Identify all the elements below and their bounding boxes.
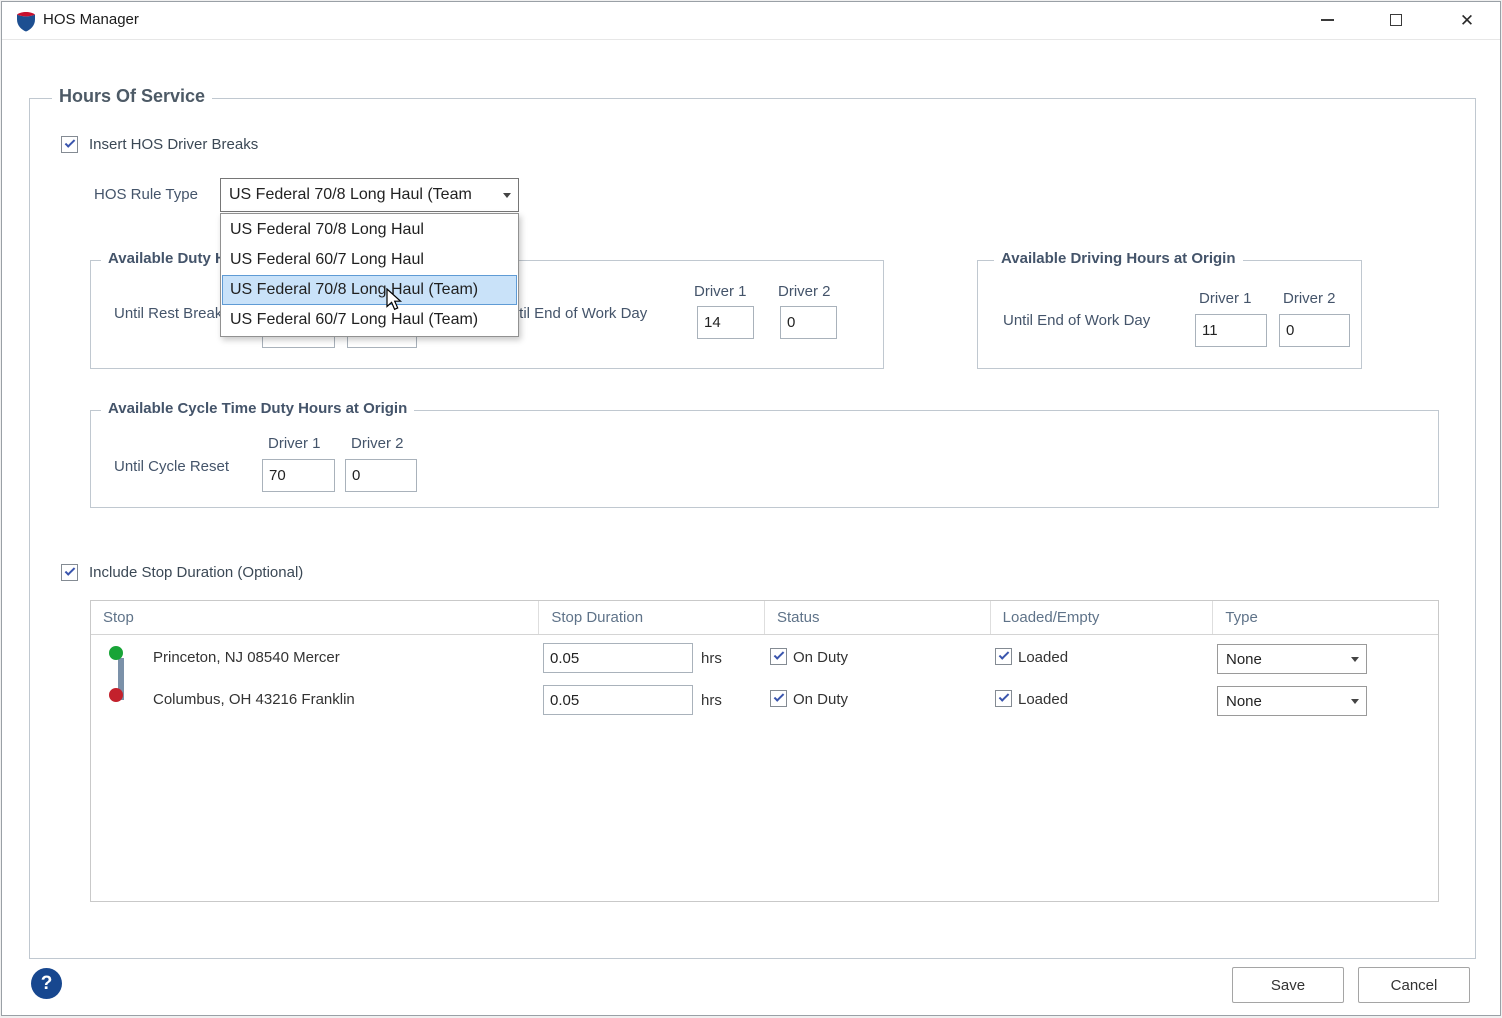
maximize-button[interactable] <box>1378 4 1414 36</box>
driving-driver1-input[interactable] <box>1195 314 1267 347</box>
table-row-stop-name: Columbus, OH 43216 Franklin <box>153 691 355 708</box>
chevron-down-icon[interactable] <box>1344 687 1366 715</box>
dropdown-option[interactable]: US Federal 60/7 Long Haul <box>222 245 517 275</box>
hos-rule-type-dropdown-list: US Federal 70/8 Long Haul US Federal 60/… <box>220 213 519 337</box>
dropdown-option[interactable]: US Federal 60/7 Long Haul (Team) <box>222 305 517 335</box>
available-cycle-hours-title: Available Cycle Time Duty Hours at Origi… <box>101 400 414 417</box>
duty-end-driver1-header: Driver 1 <box>694 283 747 300</box>
loaded-label: Loaded <box>1018 649 1068 666</box>
app-shield-icon <box>14 9 38 33</box>
driving-driver2-input[interactable] <box>1279 314 1350 347</box>
destination-stop-icon <box>109 688 123 702</box>
insert-hos-driver-breaks-label: Insert HOS Driver Breaks <box>89 136 258 153</box>
stop-duration-input[interactable] <box>543 685 693 715</box>
stops-table: Stop Stop Duration Status Loaded/Empty T… <box>90 600 1439 902</box>
cycle-driver1-header: Driver 1 <box>268 435 321 452</box>
stop-type-value: None <box>1218 693 1344 710</box>
table-row-stop-name: Princeton, NJ 08540 Mercer <box>153 649 340 666</box>
until-cycle-reset-label: Until Cycle Reset <box>114 458 229 475</box>
status-label: On Duty <box>793 649 848 666</box>
driving-driver1-header: Driver 1 <box>1199 290 1252 307</box>
duty-end-driver2-header: Driver 2 <box>778 283 831 300</box>
cycle-driver2-header: Driver 2 <box>351 435 404 452</box>
cycle-driver1-input[interactable] <box>262 459 335 492</box>
dropdown-option-highlighted[interactable]: US Federal 70/8 Long Haul (Team) <box>222 275 517 305</box>
duration-unit-label: hrs <box>701 650 722 667</box>
status-on-duty-checkbox[interactable] <box>770 648 787 665</box>
stop-type-combobox[interactable]: None <box>1217 686 1367 716</box>
include-stop-duration-label: Include Stop Duration (Optional) <box>89 564 303 581</box>
cycle-driver2-input[interactable] <box>345 459 417 492</box>
loaded-checkbox[interactable] <box>995 690 1012 707</box>
duty-until-end-label: Until End of Work Day <box>500 305 647 322</box>
insert-hos-driver-breaks-checkbox[interactable] <box>61 136 78 153</box>
close-icon: ✕ <box>1460 12 1474 29</box>
stop-type-value: None <box>1218 651 1344 668</box>
help-button[interactable]: ? <box>31 968 62 999</box>
hours-of-service-title: Hours Of Service <box>52 86 212 107</box>
chevron-down-icon[interactable] <box>496 179 518 211</box>
stop-type-combobox[interactable]: None <box>1217 644 1367 674</box>
driving-driver2-header: Driver 2 <box>1283 290 1336 307</box>
hos-rule-type-value: US Federal 70/8 Long Haul (Team <box>221 186 496 204</box>
column-header-stop: Stop <box>91 601 539 634</box>
duty-end-driver2-input[interactable] <box>780 306 837 339</box>
check-icon <box>774 649 785 660</box>
stops-table-header: Stop Stop Duration Status Loaded/Empty T… <box>91 601 1438 635</box>
stop-duration-input[interactable] <box>543 643 693 673</box>
origin-stop-icon <box>109 646 123 660</box>
driving-until-end-label: Until End of Work Day <box>1003 312 1150 329</box>
check-icon <box>999 691 1010 702</box>
mouse-cursor <box>383 288 405 317</box>
available-driving-hours-title: Available Driving Hours at Origin <box>994 250 1243 267</box>
check-icon <box>65 565 76 576</box>
include-stop-duration-checkbox[interactable] <box>61 564 78 581</box>
minimize-button[interactable] <box>1309 4 1345 36</box>
hos-rule-type-combobox[interactable]: US Federal 70/8 Long Haul (Team <box>220 178 519 212</box>
question-mark-icon: ? <box>41 973 53 995</box>
chevron-down-icon[interactable] <box>1344 645 1366 673</box>
cancel-button[interactable]: Cancel <box>1358 967 1470 1003</box>
check-icon <box>65 137 76 148</box>
column-header-stop-duration: Stop Duration <box>539 601 765 634</box>
status-label: On Duty <box>793 691 848 708</box>
duty-end-driver1-input[interactable] <box>697 306 754 339</box>
column-header-loaded-empty: Loaded/Empty <box>991 601 1214 634</box>
column-header-status: Status <box>765 601 991 634</box>
until-rest-break-label: Until Rest Break <box>114 305 222 322</box>
duration-unit-label: hrs <box>701 692 722 709</box>
save-button[interactable]: Save <box>1232 967 1344 1003</box>
loaded-label: Loaded <box>1018 691 1068 708</box>
window-title: HOS Manager <box>43 11 139 28</box>
hos-rule-type-label: HOS Rule Type <box>94 186 198 203</box>
hos-manager-window: HOS Manager ✕ Hours Of Service Insert HO… <box>1 1 1501 1016</box>
titlebar: HOS Manager ✕ <box>2 2 1500 40</box>
check-icon <box>774 691 785 702</box>
column-header-type: Type <box>1213 601 1438 634</box>
status-on-duty-checkbox[interactable] <box>770 690 787 707</box>
loaded-checkbox[interactable] <box>995 648 1012 665</box>
minimize-icon <box>1321 19 1334 21</box>
maximize-icon <box>1390 14 1402 26</box>
close-button[interactable]: ✕ <box>1449 4 1485 36</box>
dropdown-option[interactable]: US Federal 70/8 Long Haul <box>222 215 517 245</box>
check-icon <box>999 649 1010 660</box>
